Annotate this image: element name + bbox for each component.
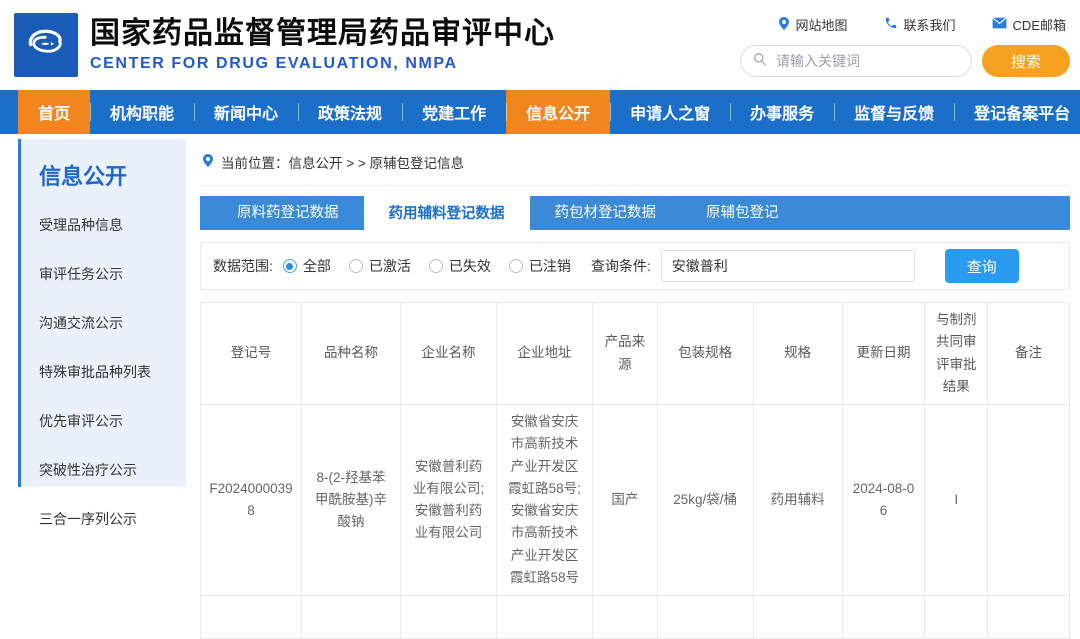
query-condition-label: 查询条件: (591, 256, 651, 276)
cell-joint-review-result: I (925, 405, 988, 596)
radio-cancelled[interactable]: 已注销 (509, 256, 571, 276)
site-title: 国家药品监督管理局药品审评中心 (90, 17, 555, 50)
col-product-source: 产品来源 (593, 303, 658, 405)
main-content: 当前位置：信息公开 > > 原辅包登记信息 原料药登记数据 药用辅料登记数据 药… (200, 139, 1070, 487)
cell-registration-no: F20240000398 (201, 405, 302, 596)
col-company-name: 企业名称 (401, 303, 497, 405)
table-row-partial (201, 596, 1070, 639)
sidebar-item-special-approval[interactable]: 特殊审批品种列表 (39, 362, 186, 382)
sidebar-item-priority-review[interactable]: 优先审评公示 (39, 411, 186, 431)
radio-cancelled-circle[interactable] (509, 259, 523, 273)
scope-label: 数据范围: (213, 256, 273, 276)
radio-all-label: 全部 (303, 256, 331, 276)
nav-item-supervision[interactable]: 监督与反馈 (834, 90, 954, 134)
cell-variety-name: 8-(2-羟基苯甲酰胺基)辛酸钠 (302, 405, 401, 596)
results-table: 登记号 品种名称 企业名称 企业地址 产品来源 包装规格 规格 更新日期 与制剂… (200, 302, 1070, 639)
header-right: 网站地图 联系我们 CDE邮箱 搜索 (740, 13, 1070, 77)
quick-links: 网站地图 联系我们 CDE邮箱 (778, 15, 1070, 34)
search-icon (753, 52, 767, 71)
data-tabbar: 原料药登记数据 药用辅料登记数据 药包材登记数据 原辅包登记 (200, 196, 1070, 230)
location-pin-icon (778, 16, 790, 34)
nav-item-home[interactable]: 首页 (18, 90, 90, 134)
tab-excipient-data[interactable]: 药用辅料登记数据 (364, 196, 530, 236)
sidebar-title: 信息公开 (39, 159, 186, 191)
scope-radio-group: 全部 已激活 已失效 已注销 (283, 256, 571, 276)
radio-cancelled-label: 已注销 (529, 256, 571, 276)
search-button[interactable]: 搜索 (982, 45, 1070, 77)
radio-activated-circle[interactable] (349, 259, 363, 273)
cell-package-spec: 25kg/袋/桶 (657, 405, 753, 596)
sidebar: 信息公开 受理品种信息 审评任务公示 沟通交流公示 特殊审批品种列表 优先审评公… (18, 139, 186, 487)
cell-update-date: 2024-08-06 (842, 405, 925, 596)
site-subtitle: CENTER FOR DRUG EVALUATION, NMPA (90, 55, 555, 73)
query-condition-input[interactable] (661, 250, 915, 282)
tab-api-data[interactable]: 原料药登记数据 (212, 196, 364, 230)
cell-product-source: 国产 (593, 405, 658, 596)
table-row: F20240000398 8-(2-羟基苯甲酰胺基)辛酸钠 安徽普利药业有限公司… (201, 405, 1070, 596)
top-header: 国家药品监督管理局药品审评中心 CENTER FOR DRUG EVALUATI… (0, 0, 1080, 90)
col-registration-no: 登记号 (201, 303, 302, 405)
radio-expired-label: 已失效 (449, 256, 491, 276)
breadcrumb-pin-icon (202, 153, 214, 171)
nav-item-registration-platform[interactable]: 登记备案平台 (954, 90, 1080, 134)
cde-logo-icon (20, 17, 72, 74)
breadcrumb-text: 当前位置：信息公开 > > 原辅包登记信息 (221, 152, 464, 172)
sidebar-item-accepted-varieties[interactable]: 受理品种信息 (39, 215, 186, 235)
nav-item-news[interactable]: 新闻中心 (194, 90, 298, 134)
mailbox-link[interactable]: CDE邮箱 (992, 15, 1066, 34)
search-area: 搜索 (740, 45, 1070, 77)
mailbox-label: CDE邮箱 (1013, 15, 1066, 34)
col-package-spec: 包装规格 (657, 303, 753, 405)
cde-logo (14, 13, 78, 77)
filter-panel: 数据范围: 全部 已激活 已失效 已注销 查询条 (200, 242, 1070, 290)
main-nav: 首页 机构职能 新闻中心 政策法规 党建工作 信息公开 申请人之窗 办事服务 监… (0, 90, 1080, 134)
radio-expired-circle[interactable] (429, 259, 443, 273)
nav-item-applicant-window[interactable]: 申请人之窗 (610, 90, 730, 134)
radio-activated-label: 已激活 (369, 256, 411, 276)
nav-item-functions[interactable]: 机构职能 (90, 90, 194, 134)
radio-activated[interactable]: 已激活 (349, 256, 411, 276)
sidebar-item-review-tasks[interactable]: 审评任务公示 (39, 264, 186, 284)
sitemap-label: 网站地图 (796, 15, 848, 34)
page-body: 信息公开 受理品种信息 审评任务公示 沟通交流公示 特殊审批品种列表 优先审评公… (0, 134, 1080, 487)
header-search-box (740, 45, 972, 77)
contact-label: 联系我们 (904, 15, 956, 34)
cell-spec: 药用辅料 (753, 405, 842, 596)
nav-item-party[interactable]: 党建工作 (402, 90, 506, 134)
breadcrumb: 当前位置：信息公开 > > 原辅包登记信息 (200, 139, 1070, 186)
col-variety-name: 品种名称 (302, 303, 401, 405)
radio-expired[interactable]: 已失效 (429, 256, 491, 276)
radio-all-circle[interactable] (283, 259, 297, 273)
nav-item-services[interactable]: 办事服务 (730, 90, 834, 134)
cell-company-address: 安徽省安庆市高新技术产业开发区霞虹路58号;安徽省安庆市高新技术产业开发区霞虹路… (497, 405, 593, 596)
col-remarks: 备注 (988, 303, 1070, 405)
cell-company-name: 安徽普利药业有限公司;安徽普利药业有限公司 (401, 405, 497, 596)
mail-icon (992, 17, 1007, 32)
contact-link[interactable]: 联系我们 (884, 15, 956, 34)
col-update-date: 更新日期 (842, 303, 925, 405)
table-header-row: 登记号 品种名称 企业名称 企业地址 产品来源 包装规格 规格 更新日期 与制剂… (201, 303, 1070, 405)
results-table-wrap: 登记号 品种名称 企业名称 企业地址 产品来源 包装规格 规格 更新日期 与制剂… (200, 302, 1070, 639)
sitemap-link[interactable]: 网站地图 (778, 15, 848, 34)
col-company-address: 企业地址 (497, 303, 593, 405)
tab-packaging-data[interactable]: 药包材登记数据 (530, 196, 682, 230)
sidebar-item-communication[interactable]: 沟通交流公示 (39, 313, 186, 333)
col-joint-review-result: 与制剂共同审评审批结果 (925, 303, 988, 405)
col-spec: 规格 (753, 303, 842, 405)
radio-all[interactable]: 全部 (283, 256, 331, 276)
query-button[interactable]: 查询 (945, 249, 1019, 283)
phone-icon (884, 16, 898, 33)
nav-item-policy[interactable]: 政策法规 (298, 90, 402, 134)
nav-item-info-disclosure[interactable]: 信息公开 (506, 90, 610, 134)
keyword-search-input[interactable] (774, 52, 959, 70)
tab-raw-aux-pack[interactable]: 原辅包登记 (681, 196, 804, 230)
brand-block: 国家药品监督管理局药品审评中心 CENTER FOR DRUG EVALUATI… (90, 17, 555, 73)
sidebar-item-breakthrough-therapy[interactable]: 突破性治疗公示 (39, 460, 186, 480)
sidebar-item-three-in-one[interactable]: 三合一序列公示 (39, 509, 186, 529)
cell-remarks (988, 405, 1070, 596)
